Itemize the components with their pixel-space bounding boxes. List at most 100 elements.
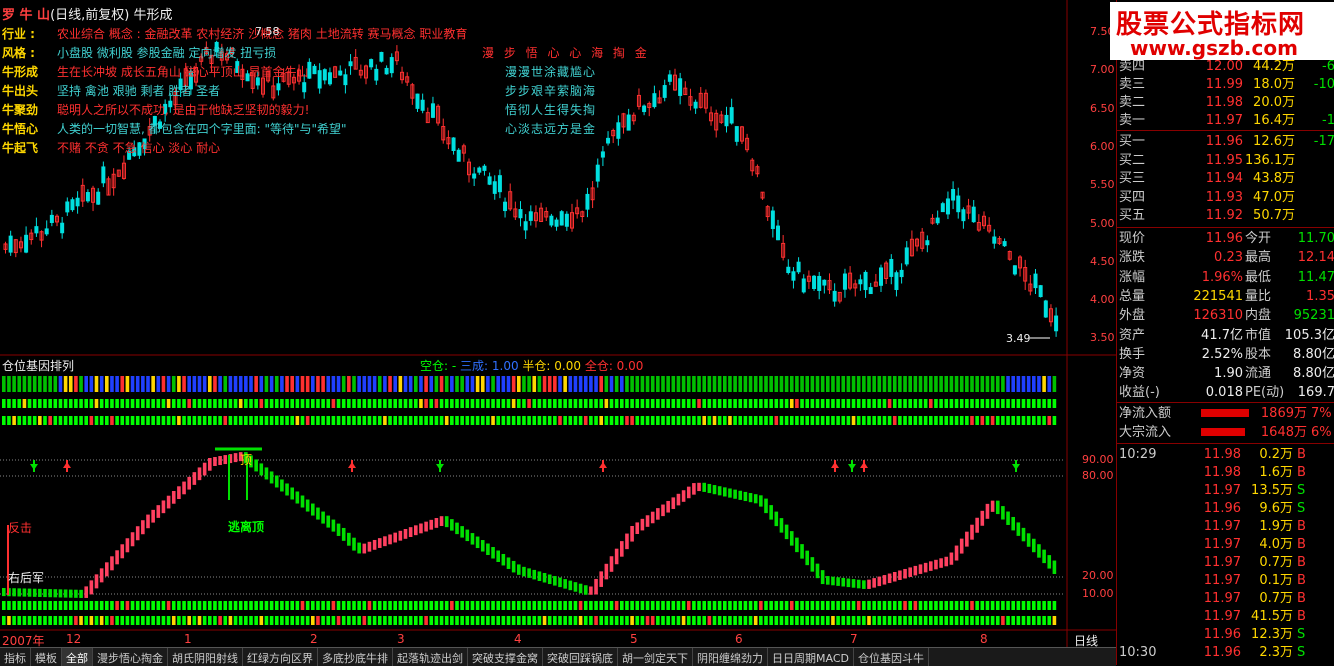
position-bar bbox=[53, 616, 58, 625]
indicator-tab[interactable]: 指标 bbox=[0, 648, 31, 666]
position-bar bbox=[213, 616, 217, 625]
candle-body bbox=[492, 181, 497, 194]
indicator-tab[interactable]: 起落轨迹出剑 bbox=[393, 648, 468, 666]
position-bar bbox=[898, 399, 902, 408]
position-bar bbox=[141, 376, 145, 392]
position-bar bbox=[259, 376, 264, 392]
position-bar bbox=[130, 416, 135, 425]
position-bar bbox=[949, 376, 954, 392]
position-bar bbox=[568, 616, 573, 625]
price-tick: 5.50 bbox=[1090, 178, 1115, 192]
position-bar bbox=[465, 376, 470, 392]
indicator-tab[interactable]: 红绿方向区界 bbox=[243, 648, 318, 666]
field-value: 11.70 bbox=[1297, 231, 1334, 246]
position-bar bbox=[274, 376, 279, 392]
position-bar bbox=[810, 399, 815, 408]
indicator-tab[interactable]: 模板 bbox=[31, 648, 62, 666]
indicator-tab[interactable]: 胡一剑定天下 bbox=[618, 648, 693, 666]
field-label: 流通 bbox=[1245, 366, 1272, 382]
position-bar bbox=[2, 416, 6, 425]
position-bar bbox=[393, 616, 397, 625]
indicator-bar bbox=[22, 588, 27, 597]
position-bar bbox=[424, 616, 428, 625]
tick-row: 11.97 4.0万 B bbox=[1117, 536, 1334, 554]
chart-area[interactable]: 罗 牛 山(日线,前复权) 牛形成 行业 : 农业综合 概念 : 金融改革 农村经… bbox=[0, 0, 1116, 665]
position-bar bbox=[7, 601, 11, 610]
position-bar bbox=[74, 399, 78, 408]
position-bar bbox=[32, 616, 37, 625]
position-bar bbox=[795, 616, 799, 625]
position-bar bbox=[908, 616, 912, 625]
info-row: 牛形成 生在长冲坡 成长五角山 磁心平顶山 昂首金牛山 漫漫世涂藏尴心 bbox=[2, 63, 595, 82]
bid-row[interactable]: 买二 11.95 136.1万 bbox=[1117, 152, 1334, 170]
indicator-tab[interactable]: 日日周期MACD bbox=[768, 648, 854, 666]
position-bar bbox=[311, 376, 315, 392]
position-bar bbox=[558, 616, 562, 625]
position-bar bbox=[815, 376, 820, 392]
indicator-tab[interactable]: 漫步悟心掏金 bbox=[93, 648, 168, 666]
candle-body bbox=[34, 226, 39, 234]
position-bar bbox=[424, 399, 428, 408]
indicator-bar bbox=[347, 532, 351, 546]
candle-body bbox=[482, 165, 487, 171]
position-bar bbox=[686, 416, 691, 425]
position-bar bbox=[141, 416, 145, 425]
indicator-tab[interactable]: 多底抄底牛排 bbox=[318, 648, 393, 666]
ask-row[interactable]: 卖四 12.00 44.2万 -6 bbox=[1117, 58, 1334, 76]
position-bar bbox=[1037, 399, 1041, 408]
bid-row[interactable]: 买三 11.94 43.8万 bbox=[1117, 170, 1334, 188]
position-bar bbox=[444, 376, 449, 392]
position-bar bbox=[836, 376, 840, 392]
price-tick: 3.50 bbox=[1090, 331, 1115, 345]
indicator-tick: 80.00 bbox=[1082, 469, 1114, 482]
position-bar bbox=[630, 376, 634, 392]
indicator-tab[interactable]: 突破回踩锅底 bbox=[543, 648, 618, 666]
position-bar bbox=[213, 399, 217, 408]
position-bar bbox=[645, 376, 650, 392]
indicator-tab[interactable]: 阴阳缠绵劲力 bbox=[693, 648, 768, 666]
position-bar bbox=[388, 601, 392, 610]
position-bar bbox=[1032, 376, 1036, 392]
position-bar bbox=[846, 376, 851, 392]
position-bar bbox=[764, 601, 768, 610]
bid-label: 买二 bbox=[1119, 152, 1146, 168]
indicator-tab[interactable]: 突破支撑金窝 bbox=[468, 648, 543, 666]
indicator-tab[interactable]: 胡氏阴阳射线 bbox=[168, 648, 243, 666]
position-bar bbox=[171, 376, 176, 392]
bid-row[interactable]: 买五 11.92 50.7万 bbox=[1117, 207, 1334, 225]
info-text: 不赌 不贪 不急 信心 淡心 耐心 bbox=[57, 141, 221, 155]
tick-price: 11.97 bbox=[1203, 537, 1241, 552]
position-bar bbox=[161, 616, 166, 625]
field-label: 最低 bbox=[1245, 269, 1272, 285]
info-text: 坚持 禽池 艰驰 剩者 胜者 圣者 bbox=[57, 84, 221, 98]
position-bar bbox=[321, 399, 325, 408]
position-bar bbox=[831, 601, 835, 610]
bid-row[interactable]: 买四 11.93 47.0万 bbox=[1117, 189, 1334, 207]
candle-body bbox=[729, 107, 734, 124]
bid-row[interactable]: 买一 11.96 12.6万 -17 bbox=[1117, 133, 1334, 151]
fundamental-row: 总量 221541 量比 1.35 bbox=[1117, 287, 1334, 306]
tick-volume: 0.7万 bbox=[1259, 591, 1293, 606]
tick-volume: 1.9万 bbox=[1259, 519, 1293, 534]
position-bar bbox=[341, 416, 346, 425]
position-bar bbox=[908, 399, 912, 408]
position-bar bbox=[810, 601, 815, 610]
position-bar bbox=[94, 601, 99, 610]
indicator-tab[interactable]: 仓位基因斗牛 bbox=[854, 648, 929, 666]
ask-row[interactable]: 卖一 11.97 16.4万 -1 bbox=[1117, 112, 1334, 130]
ask-row[interactable]: 卖二 11.98 20.0万 bbox=[1117, 94, 1334, 112]
ask-change: -10 bbox=[1313, 77, 1334, 92]
position-bar bbox=[522, 616, 526, 625]
indicator-tab[interactable]: 全部 bbox=[62, 648, 93, 666]
indicator-bar bbox=[970, 524, 974, 540]
indicator-bar bbox=[2, 588, 6, 597]
position-bar bbox=[450, 399, 454, 408]
indicator-bar bbox=[1011, 516, 1015, 531]
position-bar bbox=[105, 616, 109, 625]
indicator-bar bbox=[769, 505, 773, 520]
position-bar bbox=[743, 399, 748, 408]
indicator-tick: 20.00 bbox=[1082, 569, 1114, 582]
position-bar bbox=[22, 399, 27, 408]
position-bar bbox=[166, 399, 171, 408]
ask-row[interactable]: 卖三 11.99 18.0万 -10 bbox=[1117, 76, 1334, 94]
